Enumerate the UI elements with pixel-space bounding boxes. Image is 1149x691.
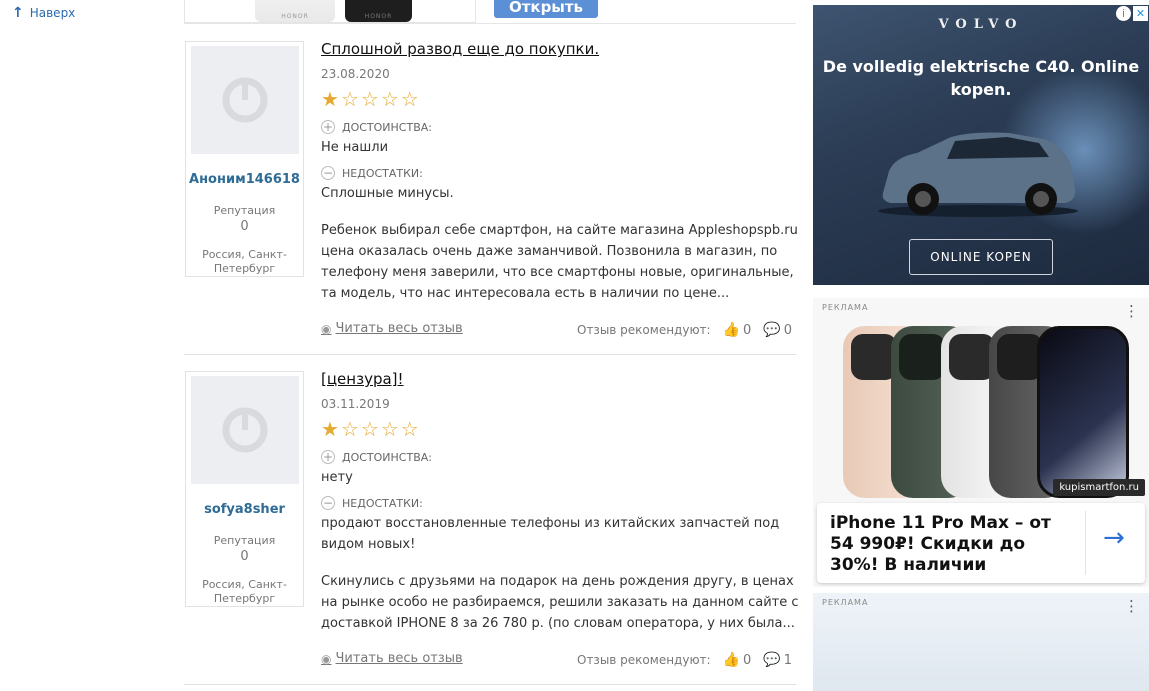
- default-avatar-icon: [222, 77, 268, 123]
- review-title[interactable]: [цензура]!: [321, 370, 404, 388]
- recommend-row: Отзыв рекомендуют: 👍 0 💬 0: [577, 322, 793, 338]
- dots-vertical-icon[interactable]: ⋮: [1124, 599, 1139, 614]
- car-image: [878, 132, 1078, 217]
- online-kopen-button[interactable]: ONLINE KOPEN: [909, 239, 1053, 275]
- star-icon: ★: [321, 417, 339, 441]
- avatar[interactable]: [191, 46, 299, 154]
- rating-stars: ★ ☆ ☆ ☆ ☆: [321, 419, 419, 439]
- avatar[interactable]: [191, 376, 299, 484]
- comment-count: 0: [783, 322, 793, 338]
- username[interactable]: sofya8sher: [186, 502, 303, 517]
- thumb-up-icon[interactable]: 👍: [723, 652, 740, 668]
- eye-icon: ◉: [321, 651, 332, 666]
- cons-label: − НЕДОСТАТКИ:: [321, 496, 423, 510]
- cons-text: Сплошные минусы.: [321, 186, 454, 201]
- pros-text: Не нашли: [321, 140, 389, 155]
- user-location: Россия, Санкт-Петербург: [202, 578, 287, 605]
- plus-circle-icon: +: [321, 120, 335, 134]
- reputation-value: 0: [240, 549, 249, 564]
- phone-image-black: HONOR: [345, 0, 412, 22]
- star-icon: ☆: [400, 417, 419, 441]
- user-location: Россия, Санкт-Петербург: [202, 248, 287, 275]
- ad-text: iPhone 11 Pro Max – от 54 990₽! Скидки д…: [830, 513, 1051, 575]
- minus-circle-icon: −: [321, 166, 335, 180]
- arrow-right-icon[interactable]: →: [1103, 523, 1125, 553]
- pros-label: + ДОСТОИНСТВА:: [321, 450, 432, 464]
- divider: [1085, 511, 1086, 575]
- star-icon: ☆: [340, 87, 359, 111]
- user-card: Аноним146618 Репутация 0 Россия, Санкт-П…: [185, 41, 304, 277]
- like-count: 0: [743, 322, 752, 338]
- recommend-row: Отзыв рекомендуют: 👍 0 💬 1: [577, 652, 793, 668]
- third-ad[interactable]: РЕКЛАМА ⋮: [813, 593, 1149, 691]
- cons-label: − НЕДОСТАТКИ:: [321, 166, 423, 180]
- username[interactable]: Аноним146618: [186, 172, 303, 187]
- ad-label: РЕКЛАМА: [822, 303, 869, 312]
- pros-label: + ДОСТОИНСТВА:: [321, 120, 432, 134]
- open-button[interactable]: Открыть: [494, 0, 598, 18]
- star-icon: ★: [321, 87, 339, 111]
- cons-text: продают восстановленные телефоны из кита…: [321, 516, 780, 552]
- iphones-image: [843, 326, 1133, 498]
- reputation-value: 0: [240, 219, 249, 234]
- shop-label: kupismartfon.ru: [1053, 479, 1145, 496]
- back-to-top-label: Наверх: [29, 6, 76, 20]
- read-more-link[interactable]: ◉ Читать весь отзыв: [321, 651, 463, 666]
- read-more-link[interactable]: ◉ Читать весь отзыв: [321, 321, 463, 336]
- ad-label: РЕКЛАМА: [822, 598, 869, 607]
- star-icon: ☆: [380, 417, 399, 441]
- review-date: 03.11.2019: [321, 397, 390, 411]
- phone-image-white: HONOR: [255, 0, 335, 22]
- review-item: sofya8sher Репутация 0 Россия, Санкт-Пет…: [184, 366, 799, 685]
- comment-icon[interactable]: 💬: [763, 322, 780, 338]
- star-icon: ☆: [400, 87, 419, 111]
- reputation-label: Репутация: [213, 534, 276, 547]
- star-icon: ☆: [360, 417, 379, 441]
- ad-headline: De volledig elektrische C40. Online kope…: [822, 57, 1140, 99]
- review-text: Ребенок выбирал себе смартфон, на сайте …: [321, 223, 798, 301]
- star-icon: ☆: [360, 87, 379, 111]
- star-icon: ☆: [380, 87, 399, 111]
- reputation-label: Репутация: [213, 204, 276, 217]
- review-date: 23.08.2020: [321, 67, 390, 81]
- product-image: HONOR HONOR: [184, 0, 476, 23]
- thumb-up-icon[interactable]: 👍: [723, 322, 740, 338]
- comment-count: 1: [783, 652, 793, 668]
- default-avatar-icon: [222, 407, 268, 453]
- iphone-ad[interactable]: РЕКЛАМА ⋮ kupismartfon.ru iPhone 11 Pro …: [813, 298, 1149, 587]
- dots-vertical-icon[interactable]: ⋮: [1124, 304, 1139, 319]
- review-item: Аноним146618 Репутация 0 Россия, Санкт-П…: [184, 36, 798, 355]
- review-title[interactable]: Сплошной развод еще до покупки.: [321, 40, 599, 58]
- back-to-top-link[interactable]: ↑ Наверх: [12, 5, 75, 21]
- like-count: 0: [743, 652, 752, 668]
- arrow-up-icon: ↑: [12, 5, 24, 21]
- ad-text-card[interactable]: iPhone 11 Pro Max – от 54 990₽! Скидки д…: [817, 503, 1145, 583]
- volvo-ad[interactable]: i ✕ VOLVO De volledig elektrische C40. O…: [813, 5, 1149, 285]
- minus-circle-icon: −: [321, 496, 335, 510]
- plus-circle-icon: +: [321, 450, 335, 464]
- user-card: sofya8sher Репутация 0 Россия, Санкт-Пет…: [185, 371, 304, 607]
- ad-brand: VOLVO: [938, 17, 1024, 32]
- star-icon: ☆: [340, 417, 359, 441]
- product-strip: HONOR HONOR Открыть: [184, 0, 796, 24]
- rating-stars: ★ ☆ ☆ ☆ ☆: [321, 89, 419, 109]
- pros-text: нету: [321, 470, 353, 485]
- review-text: Скинулись с друзьями на подарок на день …: [321, 574, 799, 631]
- eye-icon: ◉: [321, 321, 332, 336]
- comment-icon[interactable]: 💬: [763, 652, 780, 668]
